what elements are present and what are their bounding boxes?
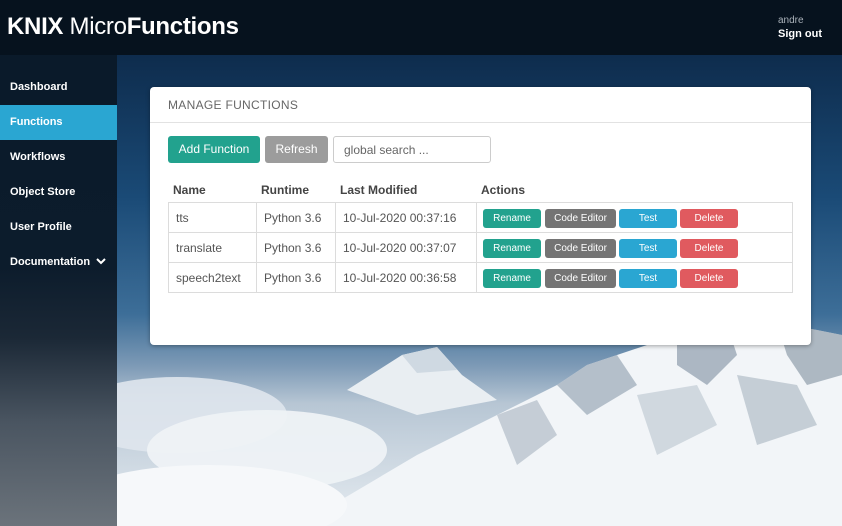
brand-part1: KNIX [7,13,64,40]
sidebar-item-workflows[interactable]: Workflows [0,140,117,175]
brand-part2: Micro [63,13,127,40]
rename-button[interactable]: Rename [483,209,541,228]
sidebar-item-dashboard[interactable]: Dashboard [0,70,117,105]
table-row: speech2text Python 3.6 10-Jul-2020 00:36… [169,263,792,293]
column-header-name: Name [173,183,206,197]
sidebar-item-label: Dashboard [10,81,68,93]
app-logo[interactable]: KNIX MicroFunctions [7,13,239,41]
functions-table: tts Python 3.6 10-Jul-2020 00:37:16 Rena… [168,202,793,293]
function-runtime: Python 3.6 [264,211,322,225]
test-button[interactable]: Test [619,209,677,228]
sidebar-item-label: Object Store [10,186,76,198]
sidebar-item-label: User Profile [10,221,72,233]
code-editor-button[interactable]: Code Editor [545,269,616,288]
refresh-button[interactable]: Refresh [265,136,328,163]
function-last-modified: 10-Jul-2020 00:37:07 [343,241,457,255]
rename-button[interactable]: Rename [483,239,541,258]
code-editor-button[interactable]: Code Editor [545,209,616,228]
add-function-button[interactable]: Add Function [168,136,260,163]
sidebar-item-label: Documentation [10,256,91,268]
delete-button[interactable]: Delete [680,239,738,258]
function-name[interactable]: translate [176,233,222,263]
panel-title: MANAGE FUNCTIONS [168,98,299,112]
manage-functions-panel: MANAGE FUNCTIONS Add Function Refresh Na… [150,87,811,345]
test-button[interactable]: Test [619,239,677,258]
chevron-down-icon[interactable] [96,245,106,295]
username: andre [778,15,804,26]
sidebar-item-documentation[interactable]: Documentation [0,245,117,280]
sign-out-link[interactable]: Sign out [778,28,822,40]
user-menu: andre Sign out [778,15,822,40]
function-last-modified: 10-Jul-2020 00:37:16 [343,211,457,225]
function-runtime: Python 3.6 [264,271,322,285]
sidebar-item-functions[interactable]: Functions [0,105,117,140]
delete-button[interactable]: Delete [680,269,738,288]
global-search-input[interactable] [333,136,491,163]
test-button[interactable]: Test [619,269,677,288]
sidebar-item-label: Workflows [10,151,66,163]
code-editor-button[interactable]: Code Editor [545,239,616,258]
sidebar-item-label: Functions [10,116,63,128]
function-name[interactable]: tts [176,203,189,233]
sidebar-item-user-profile[interactable]: User Profile [0,210,117,245]
column-header-runtime: Runtime [261,183,309,197]
function-last-modified: 10-Jul-2020 00:36:58 [343,271,457,285]
sidebar: Dashboard Functions Workflows Object Sto… [0,55,117,526]
table-row: translate Python 3.6 10-Jul-2020 00:37:0… [169,233,792,263]
column-header-last-modified: Last Modified [340,183,418,197]
sidebar-item-object-store[interactable]: Object Store [0,175,117,210]
delete-button[interactable]: Delete [680,209,738,228]
top-bar: KNIX MicroFunctions andre Sign out [0,0,842,55]
brand-part3: Functions [126,13,239,40]
column-header-actions: Actions [481,183,526,197]
function-name[interactable]: speech2text [176,263,241,293]
rename-button[interactable]: Rename [483,269,541,288]
table-row: tts Python 3.6 10-Jul-2020 00:37:16 Rena… [169,203,792,233]
panel-divider [150,122,811,123]
function-runtime: Python 3.6 [264,241,322,255]
